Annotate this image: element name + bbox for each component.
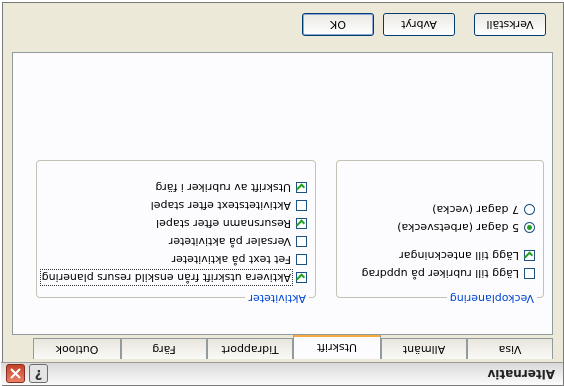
tab-panel-utskrift: Aktiviteter Aktivera utskrift från enski… <box>12 52 553 335</box>
tab-label: Outlook <box>55 343 99 356</box>
close-icon <box>10 368 21 379</box>
option-label: Versaler på aktiviteter <box>168 235 291 249</box>
close-button[interactable] <box>6 364 25 383</box>
tab-allmant[interactable]: Allmänt <box>381 338 467 359</box>
option-label: Utskrift av rubriker i färg <box>155 181 291 195</box>
option-anteckningar[interactable]: Lägg till anteckningar <box>399 249 535 263</box>
checkbox[interactable] <box>296 200 307 212</box>
radio[interactable] <box>524 222 535 234</box>
help-icon: ? <box>34 366 43 381</box>
tab-label: Färg <box>152 343 176 356</box>
group-aktiviteter: Aktiviteter Aktivera utskrift från enski… <box>36 160 316 305</box>
tab-outlook[interactable]: Outlook <box>33 338 121 359</box>
option-label: Aktivitetstext efter stapel <box>150 199 291 213</box>
checkbox[interactable] <box>524 268 535 280</box>
tab-visa[interactable]: Visa <box>467 338 553 359</box>
group-title-veckoplanering: Veckoplanering <box>446 292 537 305</box>
verkstall-button[interactable]: Verkställ <box>474 13 546 36</box>
window-title: Alternativ <box>487 367 555 381</box>
checkbox[interactable] <box>296 182 307 194</box>
radio[interactable] <box>524 204 535 216</box>
checkbox[interactable] <box>296 254 307 266</box>
checkbox[interactable] <box>296 272 307 284</box>
title-bar: Alternativ ? <box>1 362 563 385</box>
group-title-aktiviteter: Aktiviteter <box>245 292 309 305</box>
tab-tidrapport[interactable]: Tidrapport <box>207 338 293 359</box>
tab-label: Visa <box>498 343 522 356</box>
radio-5-dagar[interactable]: 5 dagar (arbetsvecka) <box>397 221 535 235</box>
checkbox[interactable] <box>524 250 535 262</box>
tab-label: Utskrift <box>316 341 358 354</box>
option-rubriker-uppdrag[interactable]: Lägg till rubriker på uppdrag <box>361 267 535 281</box>
group-veckoplanering: Veckoplanering Lägg till rubriker på upp… <box>336 160 544 305</box>
tab-label: Allmänt <box>402 343 446 356</box>
help-button[interactable]: ? <box>29 364 48 383</box>
option-fet-text[interactable]: Fet text på aktiviteter <box>172 253 307 267</box>
tab-strip: Visa Allmänt Utskrift Tidrapport Färg Ou… <box>33 334 553 359</box>
option-aktivitetstext[interactable]: Aktivitetstext efter stapel <box>151 199 307 213</box>
option-label: Resursnamn efter stapel <box>156 217 291 231</box>
options-dialog: Alternativ ? Visa Allmänt Utskrift Tidra… <box>1 2 564 386</box>
checkbox[interactable] <box>296 236 307 248</box>
option-rubriker-farg[interactable]: Utskrift av rubriker i färg <box>155 181 307 195</box>
tab-label: Tidrapport <box>221 343 279 356</box>
radio-7-dagar[interactable]: 7 dagar (vecka) <box>432 203 535 217</box>
option-label: Lägg till rubriker på uppdrag <box>361 267 519 281</box>
option-versaler[interactable]: Versaler på aktiviteter <box>169 235 307 249</box>
ok-button[interactable]: OK <box>302 13 374 36</box>
option-label: Lägg till anteckningar <box>399 249 519 263</box>
option-aktivera-utskrift[interactable]: Aktivera utskrift från enskild resurs pl… <box>39 269 307 287</box>
tab-utskrift[interactable]: Utskrift <box>293 334 381 359</box>
option-label: 5 dagar (arbetsvecka) <box>397 221 519 235</box>
tab-farg[interactable]: Färg <box>121 338 207 359</box>
option-label: Aktivera utskrift från enskild resurs pl… <box>39 269 294 287</box>
option-label: Fet text på aktiviteter <box>171 253 291 267</box>
cancel-button[interactable]: Avbryt <box>383 13 455 36</box>
option-label: 7 dagar (vecka) <box>432 203 519 217</box>
option-resursnamn[interactable]: Resursnamn efter stapel <box>156 217 307 231</box>
checkbox[interactable] <box>296 218 307 230</box>
